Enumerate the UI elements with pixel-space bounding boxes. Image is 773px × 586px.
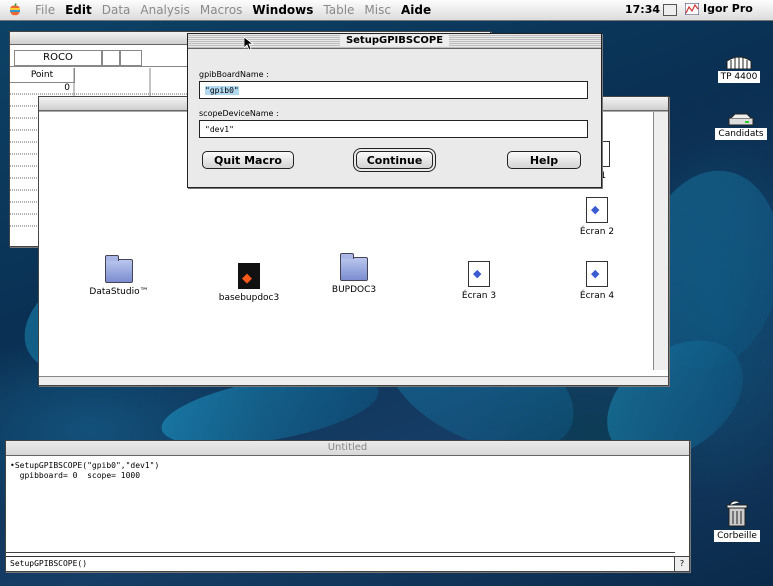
scope-device-name-label: scopeDeviceName : bbox=[199, 109, 279, 118]
printer-icon[interactable] bbox=[663, 4, 677, 16]
application-document-icon bbox=[238, 263, 260, 289]
menu-bar: File Edit Data Analysis Macros Windows T… bbox=[0, 0, 773, 21]
finder-horizontal-scrollbar[interactable] bbox=[39, 376, 668, 385]
menu-data[interactable]: Data bbox=[97, 3, 136, 17]
apple-menu-icon[interactable] bbox=[8, 3, 22, 17]
finder-vertical-scrollbar[interactable] bbox=[653, 112, 668, 370]
menubar-clock[interactable]: 17:34 bbox=[625, 3, 660, 16]
folder-icon bbox=[105, 255, 133, 283]
finder-item-label: DataStudio™ bbox=[89, 287, 149, 297]
menu-analysis[interactable]: Analysis bbox=[135, 3, 194, 17]
application-menu[interactable]: Igor Pro bbox=[685, 2, 753, 15]
table-header-cell[interactable] bbox=[102, 50, 120, 66]
application-name: Igor Pro bbox=[703, 2, 753, 15]
gpib-board-name-input[interactable]: "gpib0" bbox=[199, 81, 588, 99]
menu-edit[interactable]: Edit bbox=[60, 3, 97, 17]
finder-item-label: Écran 2 bbox=[579, 227, 615, 237]
picture-document-icon bbox=[586, 197, 608, 223]
mouse-pointer-icon bbox=[244, 37, 254, 51]
setup-gpib-scope-dialog: SetupGPIBSCOPE gpibBoardName : "gpib0" s… bbox=[187, 33, 602, 188]
command-history: •SetupGPIBSCOPE("gpib0","dev1") gpibboar… bbox=[10, 461, 159, 481]
desktop-drive-tp4400[interactable]: TP 4400 bbox=[712, 55, 766, 83]
continue-button[interactable]: Continue bbox=[356, 151, 433, 169]
help-resize-icon[interactable]: ? bbox=[674, 556, 689, 571]
menu-table[interactable]: Table bbox=[318, 3, 359, 17]
history-line[interactable]: gpibboard= 0 scope= 1000 bbox=[10, 471, 140, 480]
scope-device-name-input[interactable]: "dev1" bbox=[199, 120, 588, 138]
finder-item-ecran-2[interactable]: Écran 2 bbox=[547, 197, 647, 237]
command-window-titlebar[interactable]: Untitled bbox=[6, 441, 689, 456]
desktop-icon-label: Candidats bbox=[715, 128, 767, 140]
finder-item-ecran-4[interactable]: Écran 4 bbox=[547, 261, 647, 301]
help-button[interactable]: Help bbox=[507, 151, 581, 169]
finder-item-label: BUPDOC3 bbox=[331, 285, 377, 295]
gpib-board-name-value: "gpib0" bbox=[205, 86, 239, 95]
folder-icon bbox=[340, 253, 368, 281]
trash-icon bbox=[726, 500, 748, 527]
history-line[interactable]: •SetupGPIBSCOPE("gpib0","dev1") bbox=[10, 461, 159, 470]
finder-item-datastudio[interactable]: DataStudio™ bbox=[69, 255, 169, 297]
desktop-icon-label: TP 4400 bbox=[717, 71, 761, 83]
desktop-icon-label: Corbeille bbox=[714, 530, 760, 542]
desktop-trash[interactable]: Corbeille bbox=[708, 500, 766, 542]
menu-aide[interactable]: Aide bbox=[396, 3, 436, 17]
menu-macros[interactable]: Macros bbox=[195, 3, 248, 17]
quit-macro-button[interactable]: Quit Macro bbox=[202, 151, 294, 169]
table-name-cell[interactable]: ROCO bbox=[14, 50, 102, 66]
finder-item-label: Écran 4 bbox=[579, 291, 615, 301]
command-window-title: Untitled bbox=[327, 442, 368, 453]
command-line-input[interactable]: SetupGPIBSCOPE() bbox=[6, 556, 675, 571]
finder-item-label: basebupdoc3 bbox=[218, 293, 280, 303]
network-volume-icon bbox=[726, 56, 752, 70]
gpib-board-name-label: gpibBoardName : bbox=[199, 70, 269, 79]
menu-file[interactable]: File bbox=[30, 3, 60, 17]
finder-item-ecran-3[interactable]: Écran 3 bbox=[429, 261, 529, 301]
menu-windows[interactable]: Windows bbox=[247, 3, 318, 17]
desktop-drive-candidats[interactable]: Candidats bbox=[712, 112, 770, 140]
finder-item-bupdoc3[interactable]: BUPDOC3 bbox=[304, 253, 404, 295]
picture-document-icon bbox=[468, 261, 490, 287]
hard-drive-icon bbox=[728, 113, 754, 126]
finder-item-label: Écran 3 bbox=[461, 291, 497, 301]
table-header-cell[interactable] bbox=[120, 50, 142, 66]
igor-app-icon bbox=[685, 2, 699, 15]
menu-misc[interactable]: Misc bbox=[359, 3, 396, 17]
picture-document-icon bbox=[586, 261, 608, 287]
dialog-title: SetupGPIBSCOPE bbox=[339, 35, 450, 46]
finder-item-basebupdoc3[interactable]: basebupdoc3 bbox=[199, 263, 299, 303]
command-window: Untitled •SetupGPIBSCOPE("gpib0","dev1")… bbox=[5, 440, 690, 572]
